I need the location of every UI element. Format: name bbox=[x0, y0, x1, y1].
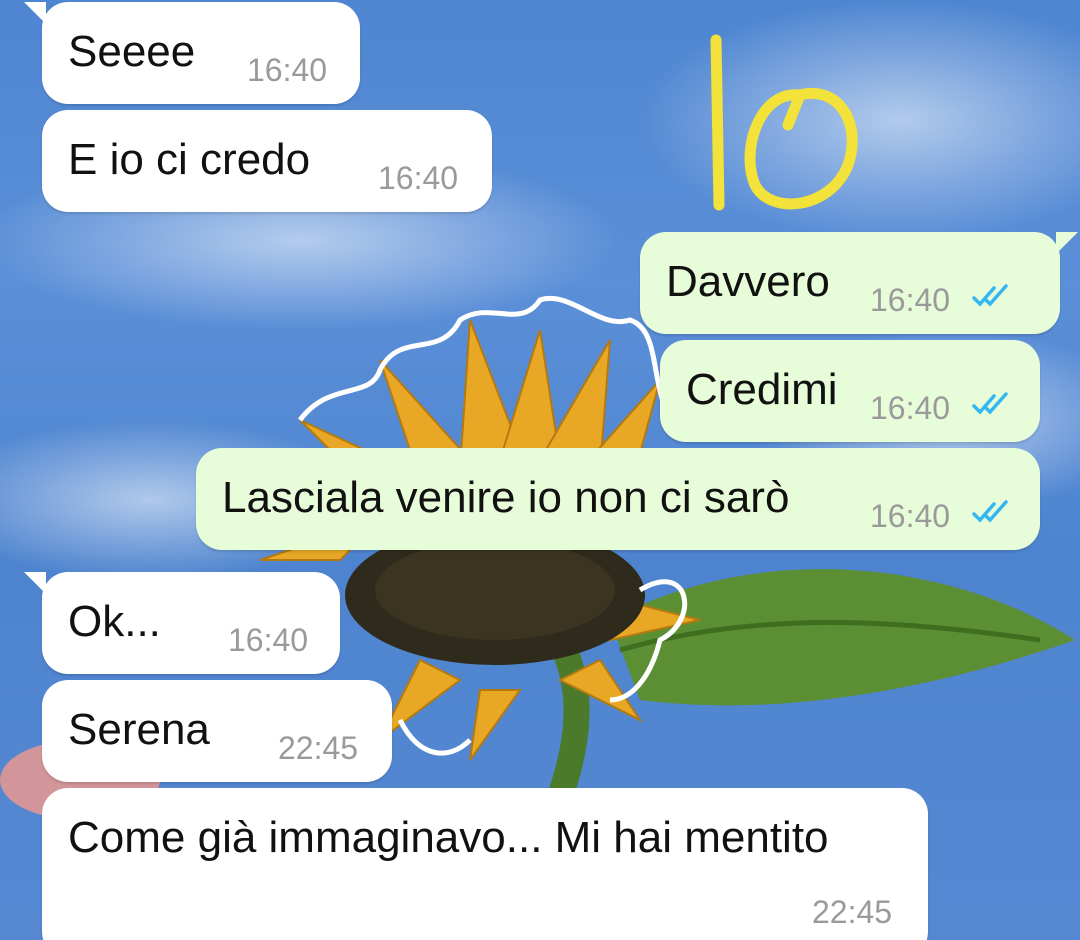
message-bubble-incoming[interactable]: Ok... 16:40 bbox=[24, 572, 340, 674]
read-ticks-icon bbox=[972, 284, 1008, 307]
message-text: Davvero bbox=[666, 257, 830, 306]
read-ticks-icon bbox=[972, 392, 1008, 415]
message-bubble-outgoing[interactable]: Lasciala venire io non ci sarò 16:40 bbox=[196, 448, 1040, 550]
message-bubble-incoming[interactable]: E io ci credo 16:40 bbox=[42, 110, 492, 212]
message-timestamp: 16:40 bbox=[870, 498, 951, 534]
message-text: Lasciala venire io non ci sarò bbox=[222, 473, 790, 522]
message-bubble-incoming[interactable]: Serena 22:45 bbox=[42, 680, 392, 782]
message-timestamp: 16:40 bbox=[870, 282, 951, 318]
message-timestamp: 22:45 bbox=[812, 894, 893, 930]
message-text: Seeee bbox=[68, 27, 196, 76]
message-text: Credimi bbox=[686, 365, 838, 414]
message-timestamp: 16:40 bbox=[247, 52, 328, 88]
message-bubble-outgoing[interactable]: Credimi 16:40 bbox=[660, 340, 1040, 442]
bubble-tail bbox=[1056, 232, 1078, 254]
message-text: E io ci credo bbox=[68, 135, 311, 184]
bubble-tail bbox=[24, 2, 46, 24]
message-timestamp: 16:40 bbox=[870, 390, 951, 426]
message-text: Ok... bbox=[68, 597, 161, 646]
message-bubble-outgoing[interactable]: Davvero 16:40 bbox=[640, 232, 1078, 334]
message-bubble-incoming[interactable]: Seeee 16:40 bbox=[24, 2, 360, 104]
handwritten-annotation bbox=[710, 34, 858, 211]
message-timestamp: 16:40 bbox=[228, 622, 309, 658]
message-text: Serena bbox=[68, 705, 210, 754]
message-bubble-incoming[interactable]: Come già immaginavo... Mi hai mentito 22… bbox=[42, 788, 928, 940]
read-ticks-icon bbox=[972, 500, 1008, 523]
message-timestamp: 16:40 bbox=[378, 160, 459, 196]
message-timestamp: 22:45 bbox=[278, 730, 359, 766]
chat-view: Seeee 16:40 E io ci credo 16:40 Davvero … bbox=[0, 0, 1080, 940]
message-text: Come già immaginavo... Mi hai mentito bbox=[68, 813, 829, 862]
bubble-tail bbox=[24, 572, 46, 594]
